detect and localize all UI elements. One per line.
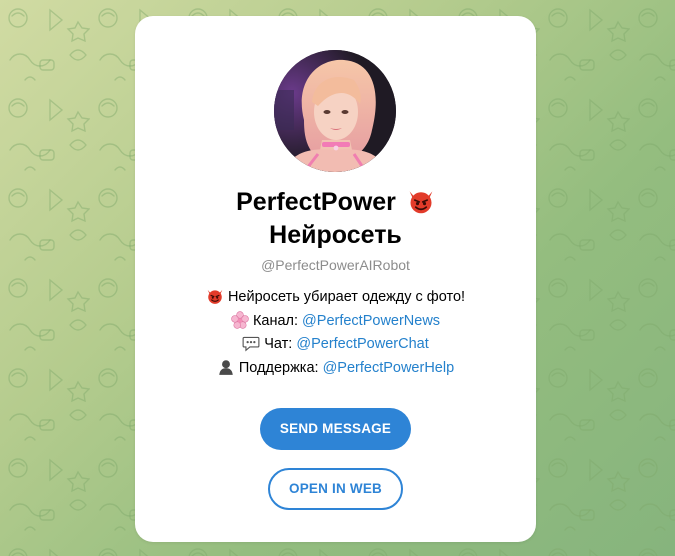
open-in-web-button[interactable]: OPEN IN WEB (268, 468, 403, 510)
profile-name-line1: PerfectPower (236, 188, 396, 216)
profile-description: Нейросеть убирает одежду с фото! Канал: … (135, 286, 536, 380)
channel-link[interactable]: @PerfectPowerNews (302, 313, 440, 329)
profile-card: PerfectPower Нейросеть @PerfectPowerAIRo… (135, 16, 536, 542)
profile-username: @PerfectPowerAIRobot (261, 257, 410, 273)
support-link[interactable]: @PerfectPowerHelp (323, 360, 455, 376)
devil-emoji-icon (409, 191, 433, 214)
channel-label: Канал: (252, 312, 303, 329)
send-message-button[interactable]: SEND MESSAGE (260, 408, 411, 450)
description-text: Нейросеть убирает одежду с фото! (227, 289, 466, 305)
support-label: Поддержка: (238, 359, 323, 376)
speech-bubble-icon (242, 336, 260, 352)
devil-emoji-icon (207, 289, 223, 304)
silhouette-icon (219, 359, 233, 375)
cherry-blossom-icon (231, 310, 249, 329)
chat-label: Чат: (264, 336, 297, 352)
avatar (274, 50, 396, 172)
chat-link[interactable]: @PerfectPowerChat (296, 336, 428, 352)
support-line: Поддержка: @PerfectPowerHelp (135, 357, 536, 381)
chat-line: Чат: @PerfectPowerChat (135, 333, 536, 357)
profile-name-line2: Нейросеть (269, 221, 402, 249)
description-line: Нейросеть убирает одежду с фото! (135, 286, 536, 310)
channel-line: Канал: @PerfectPowerNews (135, 310, 536, 334)
profile-title: PerfectPower Нейросеть (135, 186, 536, 252)
